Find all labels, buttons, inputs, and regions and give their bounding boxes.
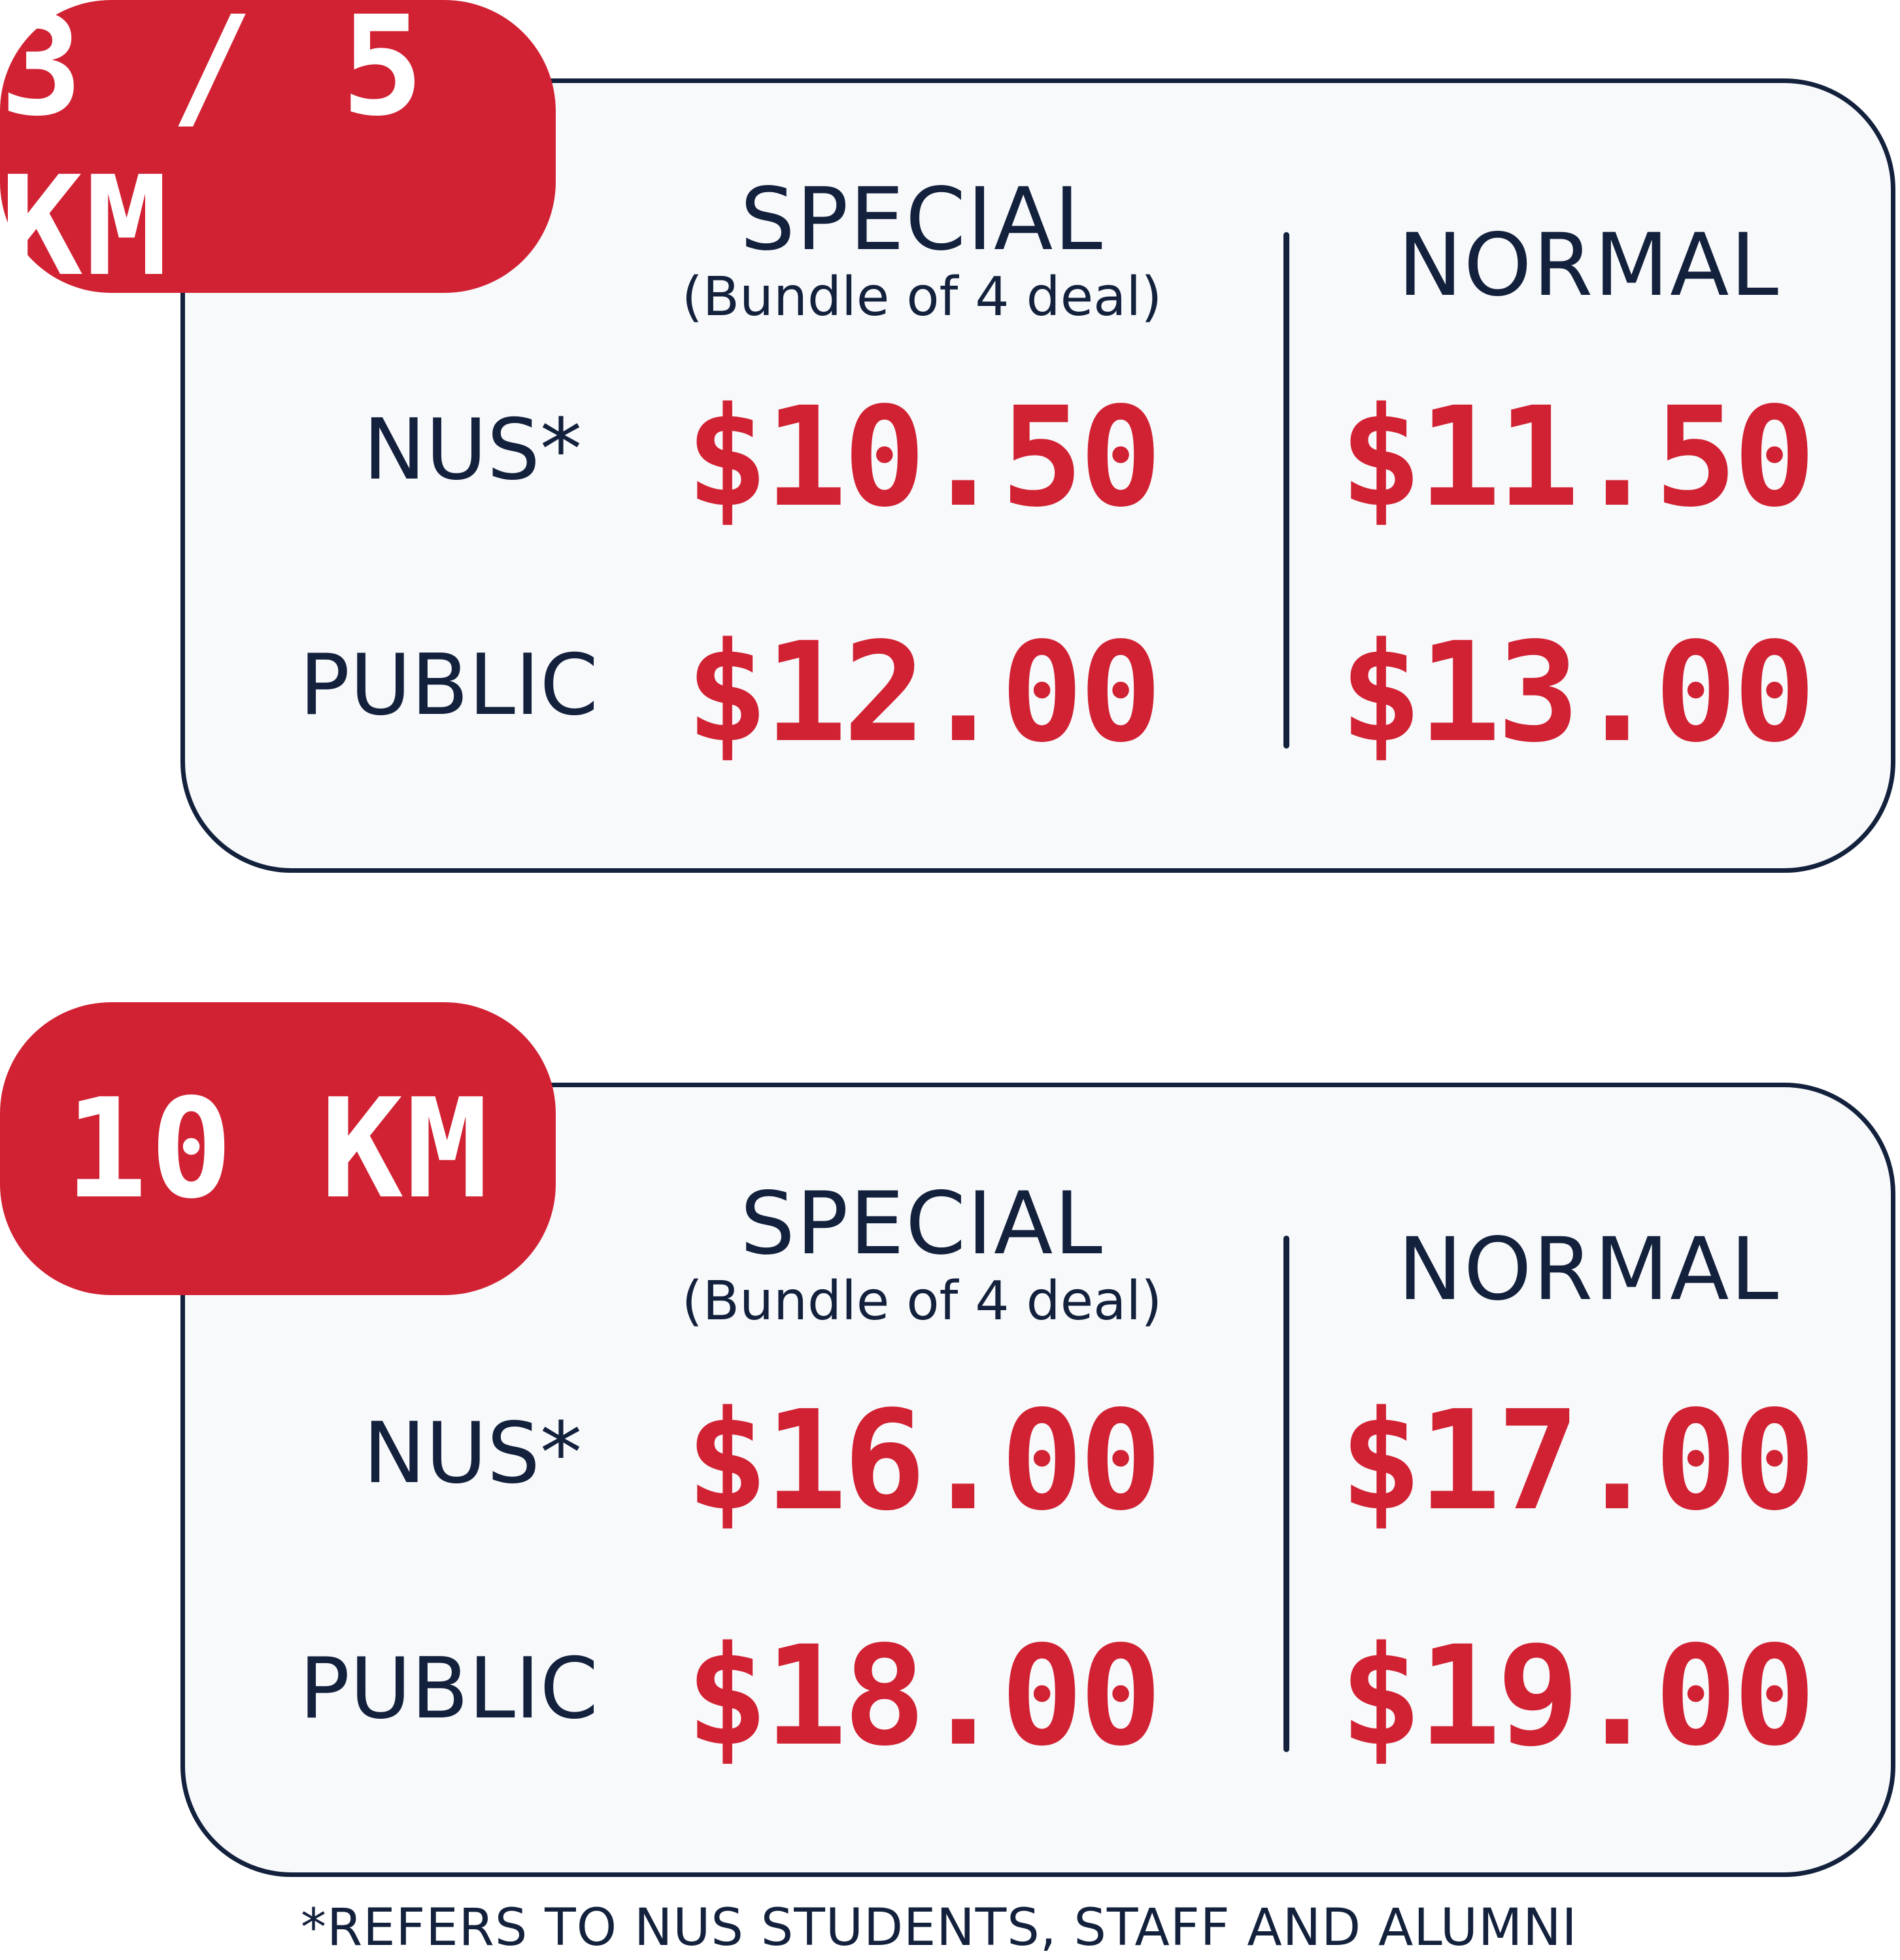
special-column-header: SPECIAL (Bundle of 4 deal): [673, 1181, 1170, 1328]
distance-tag-3-5km: 3 / 5 KM: [0, 0, 556, 307]
special-column-header: SPECIAL (Bundle of 4 deal): [673, 177, 1170, 324]
price-special-nus: $16.00: [685, 1381, 1162, 1541]
price-special-public: $12.00: [685, 613, 1162, 773]
distance-tag-10km: 10 KM: [0, 1002, 556, 1295]
row-label-nus: NUS*: [363, 401, 582, 499]
normal-column-header: NORMAL: [1397, 1219, 1780, 1320]
special-subtitle: (Bundle of 4 deal): [681, 266, 1162, 328]
footnote: *REFERS TO NUS STUDENTS, STAFF AND ALUMN…: [301, 1899, 1578, 1957]
column-divider: [1283, 232, 1289, 749]
price-special-nus: $10.50: [685, 377, 1162, 537]
row-label-public: PUBLIC: [299, 1640, 598, 1738]
row-label-nus: NUS*: [363, 1405, 582, 1502]
price-normal-nus: $17.00: [1339, 1381, 1816, 1541]
price-special-public: $18.00: [685, 1616, 1162, 1776]
special-title: SPECIAL: [740, 1174, 1104, 1274]
special-title: SPECIAL: [740, 169, 1104, 270]
price-normal-nus: $11.50: [1339, 377, 1816, 537]
price-normal-public: $19.00: [1339, 1616, 1816, 1776]
row-label-public: PUBLIC: [299, 637, 598, 734]
price-normal-public: $13.00: [1339, 613, 1816, 773]
column-divider: [1283, 1236, 1289, 1752]
normal-column-header: NORMAL: [1397, 215, 1780, 316]
special-subtitle: (Bundle of 4 deal): [681, 1270, 1162, 1332]
